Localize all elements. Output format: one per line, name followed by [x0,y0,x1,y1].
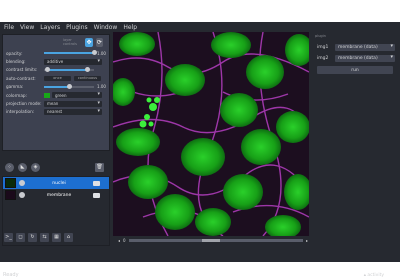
projection-mode-select[interactable]: mean [44,100,102,107]
img1-row: img1 membrane (data) [313,42,400,53]
napari-window: File View Layers Plugins Window Help lay… [0,22,400,278]
auto-contrast-row: auto-contrast: once continuous [3,74,109,82]
layer-thumbnail [5,178,16,188]
img1-label: img1 [317,45,329,50]
dims-slider-row: ◂ 0 ▸ [118,237,308,243]
layer-type-icon [93,180,100,186]
roll-icon[interactable]: ↻ [28,232,37,242]
auto-contrast-once-button[interactable]: once [44,75,71,81]
image-canvas[interactable] [113,32,309,236]
status-text: Ready [3,272,19,278]
grid-icon[interactable]: ▦ [52,232,61,242]
auto-contrast-continuous-button[interactable]: continuous [74,75,101,81]
blending-select[interactable]: additive [44,58,102,65]
menu-plugins[interactable]: Plugins [66,24,88,31]
img2-label: img2 [317,56,329,61]
dims-slider[interactable] [128,238,303,242]
menu-layers[interactable]: Layers [40,24,60,31]
interpolation-select[interactable]: nearest [44,108,102,115]
home-icon[interactable]: ⌂ [64,232,73,242]
projection-mode-row: projection mode: mean [3,99,109,107]
layer-item-membrane[interactable]: membrane [3,189,109,201]
pan-zoom-icon[interactable]: ✥ [85,37,93,47]
gamma-row: gamma: 1.00 [6,83,106,90]
interpolation-row: interpolation: nearest [3,108,109,116]
microscopy-image [113,32,309,236]
visibility-icon[interactable] [19,192,25,198]
dims-play-icon[interactable]: ◂ [118,238,120,243]
dims-next-icon[interactable]: ▸ [306,238,308,243]
layer-type-icon [93,192,100,198]
viewer-buttons: >_ ◻ ↻ ⇆ ▦ ⌂ [2,230,110,244]
ndisplay-icon[interactable]: ◻ [16,232,25,242]
colormap-select[interactable]: green [52,91,102,99]
layer-controls-panel: layer controls ✥ ⟳ opacity: 1.00 blendin… [2,34,110,151]
plugin-header: plugin [315,34,326,38]
menu-view[interactable]: View [20,24,34,31]
visibility-icon[interactable] [19,180,25,186]
img1-select[interactable]: membrane (data) [335,43,395,51]
delete-layer-icon[interactable]: 🗑 [95,162,104,172]
new-shapes-layer-icon[interactable]: ◣ [18,162,27,172]
colormap-row: colormap: green [3,91,109,99]
plugin-dock: plugin img1 membrane (data) img2 membran… [313,34,400,246]
dims-axis-label: 0 [123,237,126,243]
status-bar: Ready ▴ activity [0,270,400,280]
img2-select[interactable]: membrane (data) [335,54,395,62]
gamma-slider[interactable] [44,83,94,89]
transform-icon[interactable]: ⟳ [95,37,103,47]
blending-row: blending: additive [3,57,109,65]
console-icon[interactable]: >_ [4,232,13,242]
new-points-layer-icon[interactable]: ⁘ [5,162,14,172]
opacity-value: 1.00 [97,50,106,56]
contrast-limits-slider[interactable] [44,66,94,72]
layer-item-nuclei[interactable]: nuclei [3,177,109,189]
transpose-icon[interactable]: ⇆ [40,232,49,242]
menu-window[interactable]: Window [94,24,118,31]
menu-file[interactable]: File [4,24,14,31]
left-dock: layer controls ✥ ⟳ opacity: 1.00 blendin… [2,34,110,246]
contrast-limits-row: contrast limits: [3,66,109,74]
img2-row: img2 membrane (data) [313,53,400,64]
opacity-row: opacity: 1.00 [6,50,106,56]
activity-button[interactable]: ▴ activity [364,273,384,278]
new-labels-layer-icon[interactable]: ◈ [31,162,40,172]
menu-help[interactable]: Help [123,24,137,31]
gamma-value: 1.00 [97,84,106,90]
colormap-swatch [44,92,50,98]
layer-thumbnail [5,190,16,200]
run-button[interactable]: run [317,66,393,74]
opacity-slider[interactable] [44,50,97,56]
layer-buttons: ⁘ ◣ ◈ 🗑 [2,158,110,176]
layer-controls-header: layer controls [63,38,77,46]
